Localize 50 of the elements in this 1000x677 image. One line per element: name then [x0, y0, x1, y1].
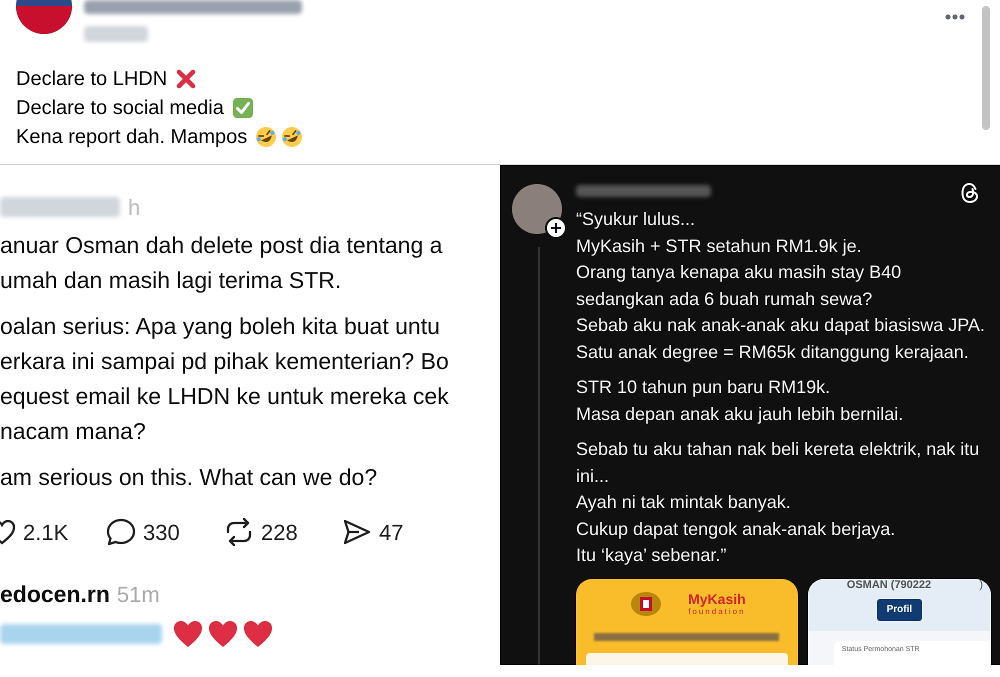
post-text-line: STR 10 tahun pun baru RM19k. [576, 376, 832, 399]
post-text-line: anuar Osman dah delete post dia tentang a [0, 231, 444, 260]
post-text-line: Masa depan anak aku jauh lebih bernilai. [576, 402, 904, 426]
heart-icon [243, 620, 273, 648]
laughing-face-icon [255, 126, 278, 148]
more-options-icon[interactable] [944, 13, 966, 21]
avatar [512, 184, 562, 234]
speech-bubble-icon[interactable] [106, 518, 136, 546]
heart-icon [173, 620, 203, 648]
post-text-line: Declare to LHDN [16, 66, 168, 92]
checkmark-icon [232, 96, 254, 118]
stat-count: 228 [261, 518, 298, 546]
post-text-line: Cukup dapat tengok anak-anak berjaya. [576, 518, 896, 541]
post-text-line: erkara ini sampai pd pihak kementerian? Bo [0, 347, 450, 376]
post-time: h [128, 194, 140, 222]
post-text-line: sedangkan ada 6 buah rumah sewa? [576, 288, 874, 311]
post-text-line: Satu anak degree = RM65k ditanggung kerajaan. [576, 340, 970, 364]
cross-mark-icon [175, 68, 198, 90]
post-text-line: MyKasih + STR setahun RM1.9k je. [576, 234, 863, 258]
repost-arrows-icon[interactable] [224, 518, 254, 546]
post-text-line: “Syukur lulus... [576, 208, 696, 231]
post-text-line: Ayah ni tak mintak banyak. [576, 491, 792, 514]
reply-username: edocen.rn [0, 580, 110, 609]
laughing-face-icon [281, 126, 304, 148]
brand-subtitle: foundation [688, 606, 746, 616]
post-text-line: nacam mana? [0, 417, 147, 446]
threads-logo-icon [960, 182, 980, 204]
stat-count: 2.1K [23, 518, 68, 546]
blurred-post-date [84, 26, 148, 42]
profile-name-end: ) [979, 578, 983, 590]
profile-name: OSMAN (790222 [846, 578, 932, 590]
post-text-line: Orang tanya kenapa aku masih stay B40 [576, 261, 902, 284]
stat-count: 47 [379, 518, 404, 546]
post-text-line: am serious on this. What can we do? [0, 463, 378, 492]
post-text-line: Sebab aku nak anak-anak aku dapat biasiswa JPA. [576, 314, 986, 337]
post-text-line: Kena report dah. Mampos [16, 124, 248, 150]
post-text-line: Sebab tu aku tahan nak beli kereta elektrik, nak itu ini... [576, 438, 980, 488]
heart-icon [208, 620, 238, 648]
plus-icon[interactable] [550, 222, 562, 234]
post-text-line: Itu ‘kaya’ sebenar.” [576, 544, 728, 567]
post-text-line: oalan serius: Apa yang boleh kita buat untu [0, 312, 441, 341]
post-text-line: umah dan masih lagi terima STR. [0, 266, 342, 295]
send-arrow-icon[interactable] [342, 518, 372, 546]
reply-time: 51m [116, 581, 160, 609]
stat-count: 330 [143, 518, 180, 546]
scrollbar[interactable] [982, 6, 990, 130]
profile-button[interactable]: Profil [876, 598, 922, 620]
post-text-line: Declare to social media [16, 96, 224, 120]
brand-name: MyKasih [688, 590, 746, 606]
post-text-line: equest email ke LHDN ke untuk mereka cek [0, 382, 450, 411]
